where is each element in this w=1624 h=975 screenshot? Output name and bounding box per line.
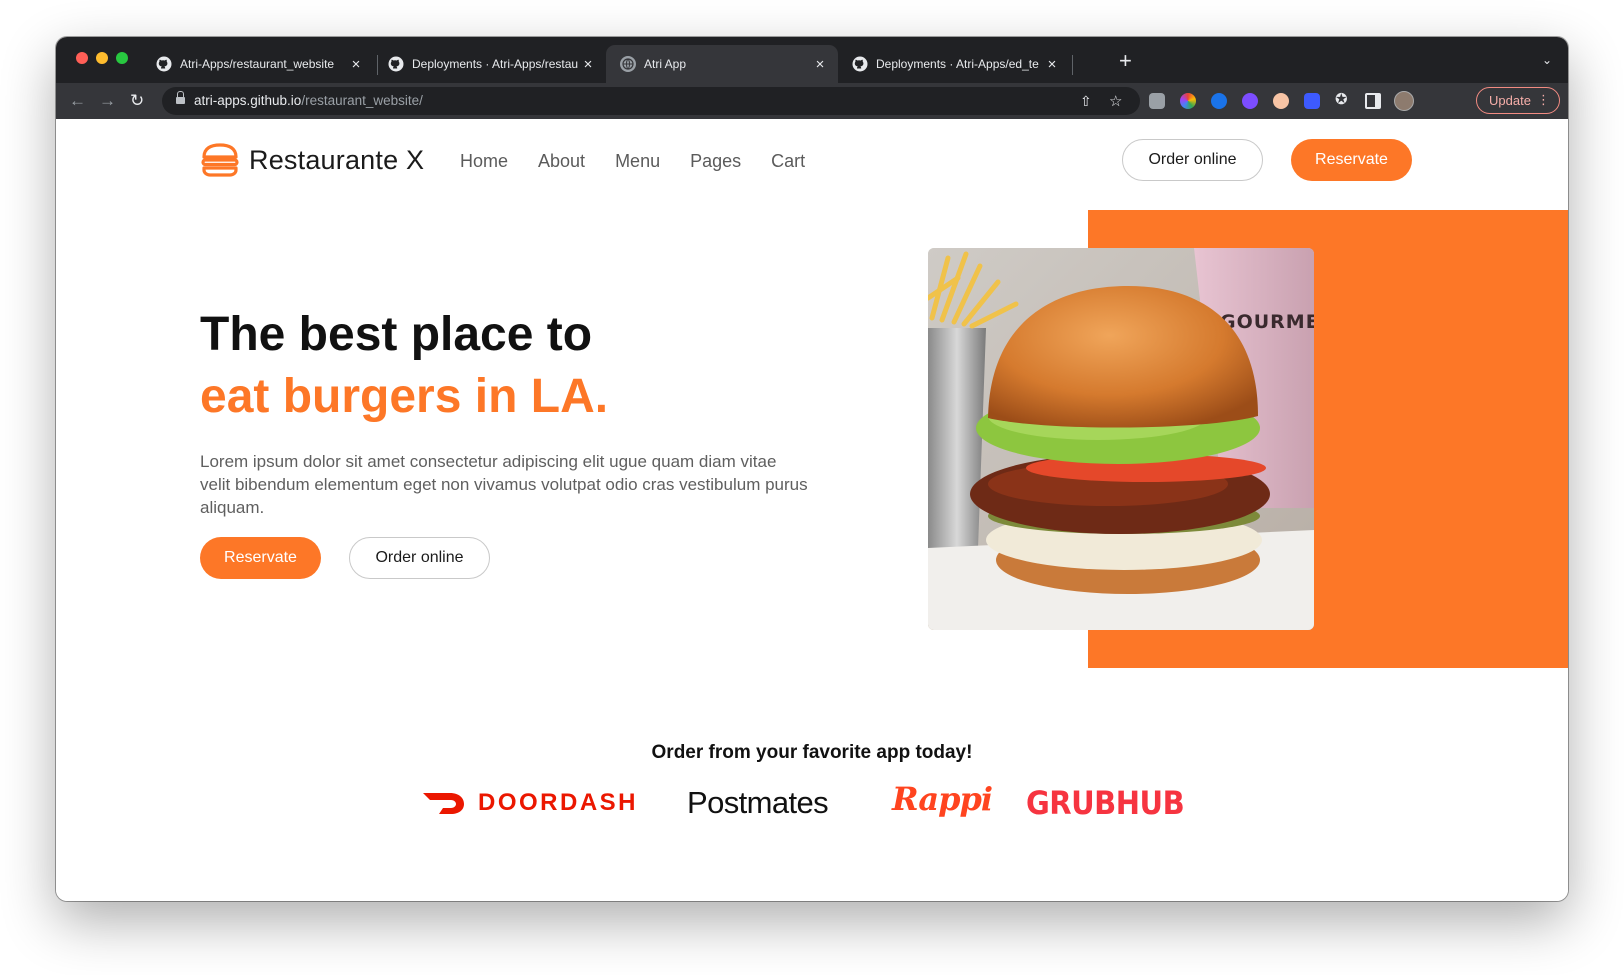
color-wheel-extension-icon[interactable] [1180,93,1196,109]
tab-title: Atri-Apps/restaurant_website [180,57,335,71]
minimize-window-button[interactable] [96,52,108,64]
tab-deployments-restaurant[interactable]: Deployments · Atri-Apps/restau × [374,45,606,83]
forward-arrow-icon[interactable]: → [99,91,116,111]
face-extension-icon[interactable] [1273,93,1289,109]
tab-title: Deployments · Atri-Apps/restau [412,57,578,71]
nav-home-link[interactable]: Home [460,151,508,172]
avatar[interactable] [1394,91,1414,111]
puzzle-icon[interactable]: ✪ [1335,92,1351,108]
close-icon[interactable]: × [346,56,366,73]
hero-reservate-button[interactable]: Reservate [200,537,321,579]
url-text: atri-apps.github.io/restaurant_website/ [194,93,423,108]
nav-menu-link[interactable]: Menu [615,151,660,172]
update-button[interactable]: Update ⋮ [1476,87,1560,114]
new-tab-button[interactable]: + [1119,50,1132,72]
extension-icon[interactable] [1149,93,1165,109]
tab-atri-app[interactable]: Atri App × [606,45,838,83]
web-page: Restaurante X Home About Menu Pages Cart… [56,119,1568,901]
browser-window: Atri-Apps/restaurant_website × Deploymen… [56,37,1568,901]
postmates-logo[interactable]: Postmates [687,783,829,823]
purple-extension-icon[interactable] [1242,93,1258,109]
close-icon[interactable]: × [810,56,830,73]
burger-image: GOURMET BURGER KITCHEN [928,248,1314,630]
hero-headline-line2: eat burgers in LA. [200,370,609,423]
nav-about-link[interactable]: About [538,151,585,172]
doordash-wordmark: DOORDASH [478,789,639,816]
maximize-window-button[interactable] [116,52,128,64]
apps-section-title: Order from your favorite app today! [651,742,973,763]
tab-divider [1072,55,1073,75]
share-icon[interactable]: ⇧ [1080,93,1092,110]
more-icon[interactable]: ⋮ [1537,92,1550,108]
doordash-logo[interactable]: DOORDASH [422,783,638,823]
github-icon [852,56,868,72]
postmates-wordmark: Postmates [687,785,829,820]
doordash-dash-icon [423,793,464,814]
blue-extension-icon[interactable] [1304,93,1320,109]
grubhub-wordmark: GRUBHUB [1026,784,1185,822]
close-icon[interactable]: × [1042,56,1062,73]
reload-icon[interactable]: ↻ [130,91,144,111]
brand[interactable]: Restaurante X [201,143,424,177]
tab-restaurant-website[interactable]: Atri-Apps/restaurant_website × [142,45,374,83]
github-icon [388,56,404,72]
burger-illustration: GOURMET BURGER KITCHEN [928,248,1314,630]
brand-name: Restaurante X [249,144,425,175]
nav-pages-link[interactable]: Pages [690,151,741,172]
hero-order-online-button[interactable]: Order online [349,537,490,579]
browser-toolbar: ← → ↻ atri-apps.github.io/restaurant_web… [56,83,1568,119]
header-reservate-button[interactable]: Reservate [1291,139,1412,181]
address-bar[interactable]: atri-apps.github.io/restaurant_website/ … [162,87,1140,115]
burger-logo-icon [201,143,239,177]
side-panel-icon[interactable] [1365,93,1381,109]
image-cup-lettering: GOURMET BURGER KITCHEN [1220,311,1314,333]
nav-cart-link[interactable]: Cart [771,151,805,172]
main-nav: Home About Menu Pages Cart [460,151,805,172]
header-order-online-button[interactable]: Order online [1122,139,1263,181]
hero-headline: The best place to eat burgers in LA. [200,304,608,428]
hero-lead-text: Lorem ipsum dolor sit amet consectetur a… [200,452,808,517]
close-icon[interactable]: × [578,56,598,73]
grubhub-logo[interactable]: GRUBHUB [1026,783,1185,823]
hero-headline-line1: The best place to [200,308,593,361]
tab-deployments-ed[interactable]: Deployments · Atri-Apps/ed_te × [838,45,1070,83]
tab-title: Deployments · Atri-Apps/ed_te [876,57,1039,71]
star-icon[interactable]: ☆ [1109,92,1122,110]
lock-icon [176,91,185,106]
back-arrow-icon[interactable]: ← [69,91,86,111]
github-icon [156,56,172,72]
rappi-wordmark: Rappi [892,780,993,818]
tab-title: Atri App [644,57,687,71]
close-window-button[interactable] [76,52,88,64]
rappi-logo[interactable]: Rappi [892,779,993,819]
tab-strip: Atri-Apps/restaurant_website × Deploymen… [56,37,1568,83]
drop-extension-icon[interactable] [1211,93,1227,109]
globe-icon [620,56,636,72]
chevron-down-icon[interactable]: ⌄ [1542,53,1552,67]
